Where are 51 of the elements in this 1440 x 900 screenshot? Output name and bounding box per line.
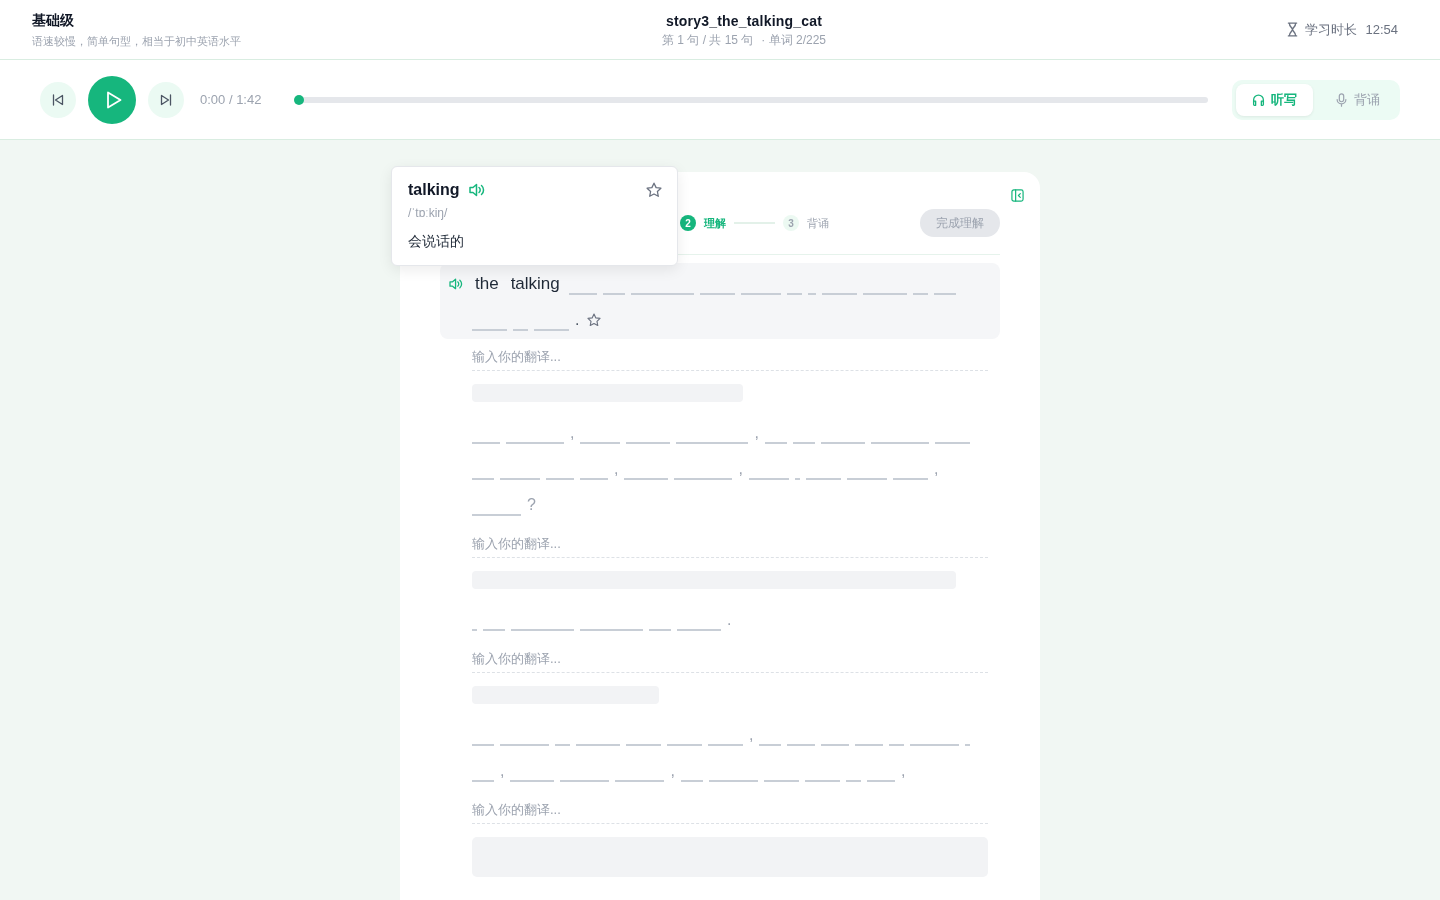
previous-button[interactable] — [40, 81, 76, 118]
hourglass-icon — [1287, 22, 1299, 37]
progress-thumb[interactable] — [294, 94, 305, 105]
step-number: 2 — [680, 215, 696, 231]
translation-input[interactable]: 输入你的翻译... — [472, 645, 988, 673]
story-title: story3_the_talking_cat — [665, 12, 823, 31]
punctuation: , — [570, 423, 575, 443]
speaker-icon[interactable] — [468, 183, 485, 197]
sentence-word[interactable]: the — [472, 273, 502, 295]
phonetic-text: /ˈtɒːkiŋ/ — [408, 205, 449, 221]
punctuation: , — [933, 459, 939, 479]
punctuation: . — [727, 610, 732, 630]
play-icon — [105, 90, 122, 109]
mode-tab[interactable]: 背诵 — [1319, 83, 1396, 116]
step-number: 3 — [783, 215, 799, 231]
step-label: 理解 — [704, 215, 726, 231]
punctuation: , — [614, 459, 619, 479]
punctuation: ? — [527, 495, 536, 515]
skip-back-icon — [52, 93, 64, 106]
play-button[interactable] — [88, 75, 136, 124]
mode-tab[interactable]: 听写 — [1236, 83, 1313, 116]
punctuation: . — [575, 310, 580, 330]
punctuation: , — [900, 761, 906, 781]
popup-word: talking — [408, 181, 460, 199]
punctuation: , — [754, 423, 759, 443]
punctuation: , — [500, 761, 505, 781]
step-label: 背诵 — [807, 215, 829, 231]
panel-toggle-icon[interactable] — [1011, 188, 1024, 202]
translation-input[interactable]: 输入你的翻译... — [472, 530, 988, 558]
progress-track[interactable] — [295, 96, 1208, 103]
translation-input[interactable]: 输入你的翻译... — [472, 343, 988, 371]
word-count: · 单词 2/225 — [761, 32, 827, 48]
study-time-label: 学习时长 — [1305, 20, 1358, 39]
level-description: 语速较慢，简单句型，相当于初中英语水平 — [32, 34, 241, 49]
punctuation: , — [670, 761, 675, 781]
playback-time: 0:00 / 1:42 — [200, 92, 262, 107]
sentence-position: 第 1 句 / 共 15 句 — [661, 32, 754, 48]
next-button[interactable] — [148, 81, 184, 118]
skip-forward-icon — [160, 93, 172, 106]
microphone-icon — [1335, 92, 1348, 107]
star-icon[interactable] — [646, 182, 662, 198]
sentence-word[interactable]: talking — [507, 273, 563, 295]
translation-input[interactable]: 输入你的翻译... — [472, 796, 988, 824]
headphones-icon — [1252, 92, 1265, 107]
study-time-value: 12:54 — [1365, 22, 1398, 37]
level-title: 基础级 — [32, 11, 74, 30]
word-meaning: 会说话的 — [408, 232, 465, 251]
punctuation: , — [738, 459, 743, 479]
star-icon[interactable] — [587, 313, 602, 327]
speaker-icon[interactable] — [449, 278, 463, 290]
punctuation: , — [749, 725, 754, 745]
